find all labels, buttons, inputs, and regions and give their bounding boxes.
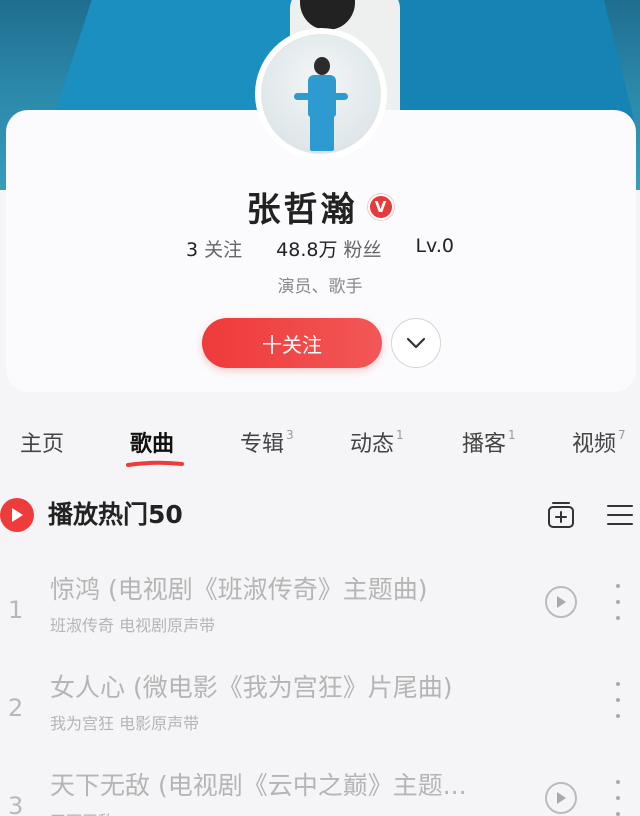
fans-stat[interactable]: 48.8万 粉丝 <box>276 235 381 262</box>
tab-videos[interactable]: 视频 7 <box>572 426 626 458</box>
follow-button[interactable]: 十关注 <box>202 318 382 368</box>
verified-icon: V <box>367 193 394 220</box>
tab-podcasts[interactable]: 播客 1 <box>462 426 516 458</box>
active-tab-indicator <box>126 460 184 467</box>
song-subtitle: 我为宫狂 电影原声带 <box>50 714 200 733</box>
more-options-icon[interactable] <box>614 682 622 718</box>
tab-home[interactable]: 主页 <box>20 426 64 458</box>
avatar[interactable] <box>255 28 387 160</box>
mv-icon[interactable] <box>545 586 577 618</box>
level-stat[interactable]: Lv.0 <box>415 235 453 262</box>
profile-stats: 3 关注 48.8万 粉丝 Lv.0 <box>0 235 640 262</box>
menu-icon[interactable] <box>606 500 634 530</box>
tab-songs[interactable]: 歌曲 <box>130 426 174 458</box>
profile-tabs: 主页 歌曲 专辑 3 动态 1 播客 1 视频 7 <box>0 426 640 470</box>
tab-albums[interactable]: 专辑 3 <box>240 426 294 458</box>
song-list-header: 播放热门50 <box>0 498 640 534</box>
song-title: 惊鸿 (电视剧《班淑传奇》主题曲) <box>50 575 428 604</box>
song-title: 天下无敌 (电视剧《云中之巅》主题... <box>50 771 467 800</box>
tab-activity[interactable]: 动态 1 <box>350 426 404 458</box>
profile-name-row: 张哲瀚 V <box>0 182 640 231</box>
more-options-icon[interactable] <box>614 584 622 620</box>
artist-name: 张哲瀚 <box>246 190 358 230</box>
artist-role: 演员、歌手 <box>277 277 363 297</box>
expand-profile-button[interactable] <box>391 318 441 368</box>
add-to-playlist-icon[interactable] <box>546 500 576 530</box>
song-subtitle: 天下无敌 <box>50 808 114 816</box>
mv-icon[interactable] <box>545 782 577 814</box>
song-list-title: 播放热门50 <box>48 500 183 529</box>
song-subtitle: 班淑传奇 电视剧原声带 <box>50 616 216 635</box>
play-icon <box>12 508 23 522</box>
more-options-icon[interactable] <box>614 780 622 816</box>
play-all-button[interactable] <box>0 498 34 532</box>
following-stat[interactable]: 3 关注 <box>186 235 242 262</box>
song-row[interactable]: 1 惊鸿 (电视剧《班淑传奇》主题曲) 班淑传奇 电视剧原声带 <box>0 570 640 660</box>
chevron-down-icon <box>406 337 426 349</box>
song-row[interactable]: 2 女人心 (微电影《我为宫狂》片尾曲) 我为宫狂 电影原声带 <box>0 668 640 758</box>
song-title: 女人心 (微电影《我为宫狂》片尾曲) <box>50 673 453 702</box>
song-row[interactable]: 3 天下无敌 (电视剧《云中之巅》主题... 天下无敌 <box>0 766 640 816</box>
